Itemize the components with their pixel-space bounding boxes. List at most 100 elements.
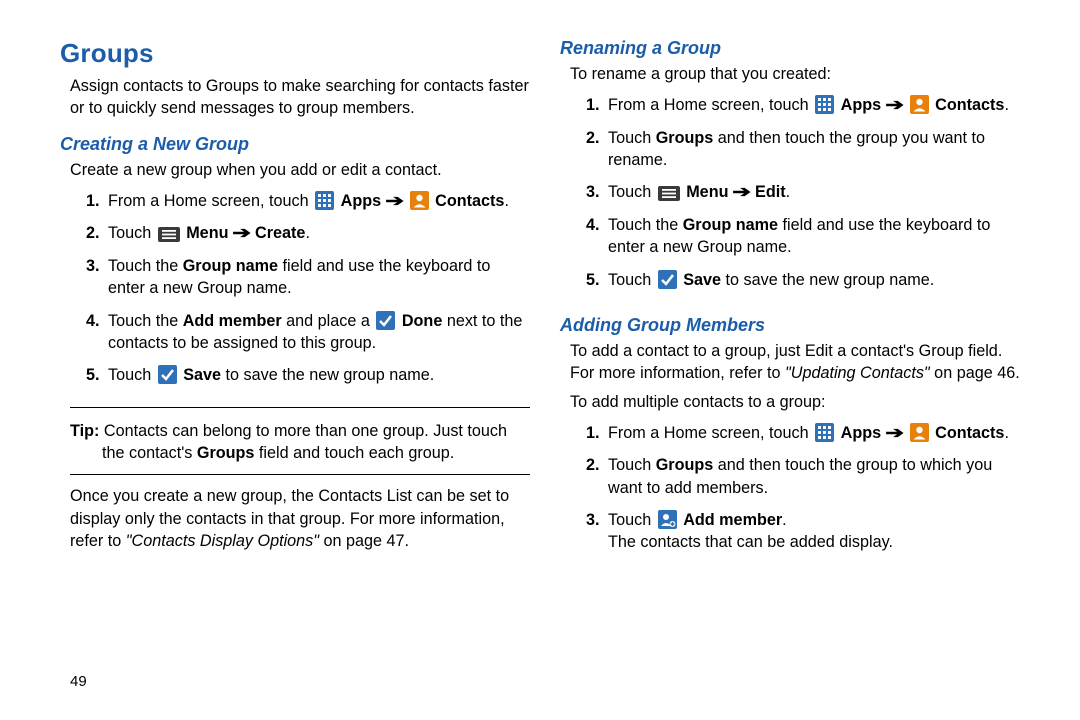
- groupname-label: Group name: [683, 216, 778, 234]
- tip-label: Tip:: [70, 422, 99, 440]
- right-column: Renaming a Group To rename a group that …: [560, 38, 1030, 700]
- p: .: [1004, 96, 1009, 114]
- contacts-icon: [410, 191, 429, 210]
- t: Touch the: [108, 257, 183, 275]
- tip-block: Tip: Contacts can belong to more than on…: [70, 420, 520, 465]
- step-3: Touch Add member. The contacts that can …: [604, 509, 1030, 554]
- t: on page 46.: [930, 364, 1020, 382]
- groups-label: Groups: [656, 456, 714, 474]
- contacts-label: Contacts: [435, 192, 504, 210]
- t: to save the new group name.: [721, 271, 934, 289]
- addmember-label: Add member: [183, 312, 282, 330]
- creating-sub: Create a new group when you add or edit …: [70, 159, 530, 181]
- t: Touch the: [108, 312, 183, 330]
- heading-renaming-group: Renaming a Group: [560, 38, 1030, 59]
- divider: [70, 407, 530, 408]
- apps-icon: [815, 95, 834, 114]
- step-2: Touch Groups and then touch the group to…: [604, 454, 1030, 499]
- renaming-sub: To rename a group that you created:: [570, 63, 1030, 85]
- arrow-icon: ➔: [232, 222, 251, 244]
- create-label: Create: [255, 224, 305, 242]
- check-icon: [158, 365, 177, 384]
- heading-adding-members: Adding Group Members: [560, 315, 1030, 336]
- contacts-icon: [910, 423, 929, 442]
- creating-steps: From a Home screen, touch Apps ➔ Contact…: [60, 187, 530, 397]
- t: From a Home screen, touch: [108, 192, 313, 210]
- step-2: Touch Menu ➔ Create.: [104, 222, 530, 244]
- t: From a Home screen, touch: [608, 96, 813, 114]
- t: Touch: [608, 129, 656, 147]
- t: Contacts can belong to more than one gro…: [99, 422, 507, 440]
- groupname-label: Group name: [183, 257, 278, 275]
- menu-label: Menu: [186, 224, 228, 242]
- after-tip-para: Once you create a new group, the Contact…: [70, 485, 530, 552]
- arrow-icon: ➔: [885, 94, 904, 116]
- step-3: Touch the Group name field and use the k…: [104, 255, 530, 300]
- t: Touch: [108, 366, 156, 384]
- ref-contacts-display: "Contacts Display Options": [126, 532, 319, 550]
- renaming-steps: From a Home screen, touch Apps ➔ Contact…: [560, 91, 1030, 301]
- save-label: Save: [683, 271, 721, 289]
- p: .: [504, 192, 509, 210]
- menu-icon: [158, 227, 180, 242]
- step-5: Touch Save to save the new group name.: [104, 364, 530, 386]
- addmember-label: Add member: [683, 511, 782, 529]
- apps-icon: [315, 191, 334, 210]
- adding-sub1: To add a contact to a group, just Edit a…: [570, 340, 1030, 385]
- groups-label: Groups: [197, 444, 255, 462]
- contacts-label: Contacts: [935, 424, 1004, 442]
- p: .: [786, 183, 791, 201]
- groups-label: Groups: [656, 129, 714, 147]
- step-4: Touch the Add member and place a Done ne…: [104, 310, 530, 355]
- t: Touch: [608, 511, 656, 529]
- save-label: Save: [183, 366, 221, 384]
- p: .: [305, 224, 310, 242]
- t: The contacts that can be added display.: [608, 533, 893, 551]
- page-number: 49: [70, 673, 87, 690]
- done-label: Done: [402, 312, 442, 330]
- heading-creating-group: Creating a New Group: [60, 134, 530, 155]
- t: the contact's: [102, 444, 197, 462]
- arrow-icon: ➔: [732, 181, 751, 203]
- ref-updating-contacts: "Updating Contacts": [785, 364, 930, 382]
- arrow-icon: ➔: [385, 190, 404, 212]
- t: Touch: [108, 224, 156, 242]
- heading-groups: Groups: [60, 38, 530, 69]
- t: Touch: [608, 183, 656, 201]
- step-1: From a Home screen, touch Apps ➔ Contact…: [104, 190, 530, 212]
- menu-icon: [658, 186, 680, 201]
- contacts-icon: [910, 95, 929, 114]
- t: and place a: [282, 312, 375, 330]
- apps-label: Apps: [841, 424, 881, 442]
- arrow-icon: ➔: [885, 422, 904, 444]
- check-icon: [658, 270, 677, 289]
- t: Touch: [608, 456, 656, 474]
- apps-label: Apps: [841, 96, 881, 114]
- adding-steps: From a Home screen, touch Apps ➔ Contact…: [560, 419, 1030, 564]
- t: to save the new group name.: [221, 366, 434, 384]
- edit-label: Edit: [755, 183, 786, 201]
- apps-label: Apps: [341, 192, 381, 210]
- step-3: Touch Menu ➔ Edit.: [604, 181, 1030, 203]
- t: on page 47.: [319, 532, 409, 550]
- p: .: [1004, 424, 1009, 442]
- manual-page: Groups Assign contacts to Groups to make…: [0, 0, 1080, 720]
- groups-intro: Assign contacts to Groups to make search…: [70, 75, 530, 120]
- t: From a Home screen, touch: [608, 424, 813, 442]
- left-column: Groups Assign contacts to Groups to make…: [60, 38, 530, 700]
- step-2: Touch Groups and then touch the group yo…: [604, 127, 1030, 172]
- t: Touch the: [608, 216, 683, 234]
- menu-label: Menu: [686, 183, 728, 201]
- step-4: Touch the Group name field and use the k…: [604, 214, 1030, 259]
- contacts-label: Contacts: [935, 96, 1004, 114]
- add-person-icon: [658, 510, 677, 529]
- step-5: Touch Save to save the new group name.: [604, 269, 1030, 291]
- p: .: [782, 511, 787, 529]
- check-icon: [376, 311, 395, 330]
- apps-icon: [815, 423, 834, 442]
- t: Touch: [608, 271, 656, 289]
- divider: [70, 474, 530, 475]
- step-1: From a Home screen, touch Apps ➔ Contact…: [604, 94, 1030, 116]
- t: field and touch each group.: [254, 444, 454, 462]
- adding-sub2: To add multiple contacts to a group:: [570, 391, 1030, 413]
